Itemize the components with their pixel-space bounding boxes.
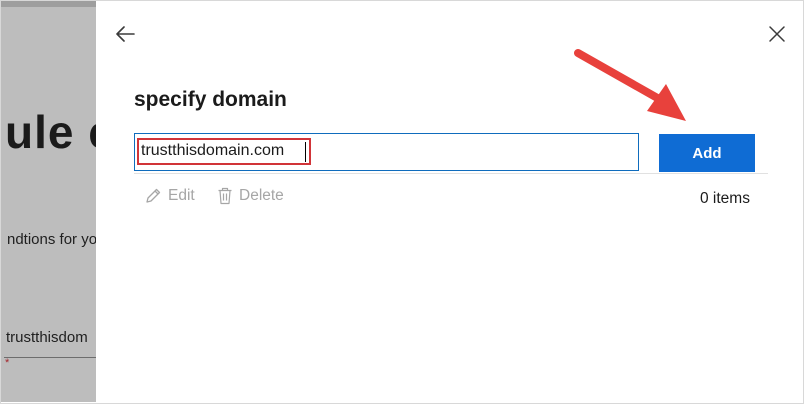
close-button[interactable] [764, 21, 790, 47]
add-button[interactable]: Add [659, 134, 755, 172]
text-caret [305, 142, 306, 162]
background-page-overlay: ule co ndtions for yo trustthisdom * [1, 1, 96, 402]
edit-label: Edit [168, 187, 195, 204]
background-field: trustthisdom [4, 321, 96, 358]
specify-domain-panel: specify domain Add Edit Delete 0 items [96, 1, 802, 402]
background-field-value: trustthisdom [6, 329, 88, 346]
panel-title: specify domain [134, 88, 287, 111]
back-button[interactable] [112, 21, 138, 47]
domain-input-container[interactable] [134, 133, 639, 171]
required-marker: * [5, 357, 10, 369]
edit-button[interactable]: Edit [144, 187, 195, 205]
items-count: 0 items [700, 190, 750, 207]
delete-button[interactable]: Delete [217, 187, 284, 205]
toolbar-divider [134, 173, 768, 174]
close-icon [769, 26, 785, 42]
delete-label: Delete [239, 187, 284, 204]
background-top-strip [1, 1, 96, 7]
background-description: ndtions for yo [7, 231, 96, 248]
domain-input[interactable] [141, 140, 521, 162]
pencil-icon [146, 188, 161, 203]
back-arrow-icon [116, 26, 135, 42]
trash-icon [218, 187, 232, 205]
background-heading: ule co [5, 106, 96, 158]
